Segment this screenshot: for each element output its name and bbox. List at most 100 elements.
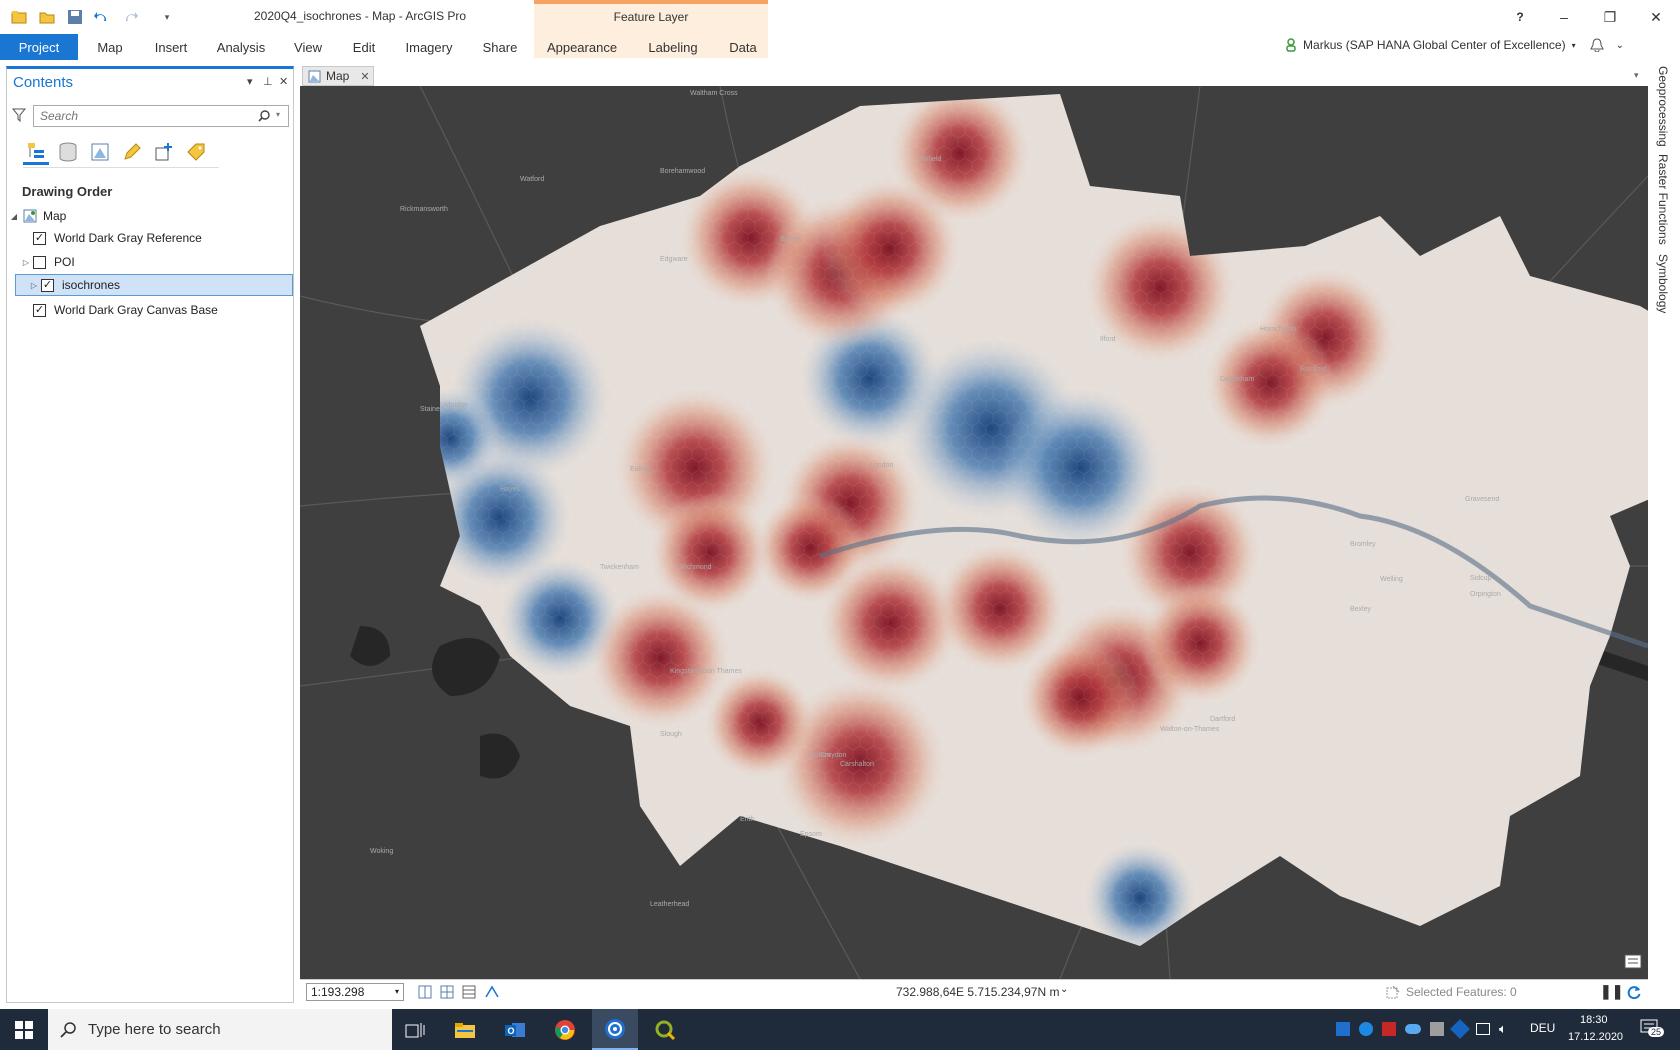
printer-icon[interactable]	[1430, 1022, 1444, 1036]
map-view[interactable]: Waltham Cross Enfield Borehamwood Watford Ri…	[300, 86, 1648, 979]
layer-visibility-checkbox[interactable]: ✓	[41, 278, 54, 292]
new-project-icon[interactable]	[10, 8, 28, 26]
close-tab-icon[interactable]: ✕	[360, 70, 369, 83]
collapse-icon[interactable]: ◢	[9, 212, 19, 221]
search-icon	[60, 1021, 76, 1038]
tab-edit[interactable]: Edit	[344, 34, 384, 60]
acrobat-icon[interactable]	[1382, 1022, 1396, 1036]
help-button[interactable]: ?	[1506, 6, 1534, 28]
task-view-icon[interactable]	[392, 1009, 438, 1050]
layer-visibility-checkbox[interactable]: ✓	[33, 303, 46, 317]
place-label: Barnet	[780, 236, 801, 243]
expand-icon[interactable]: ▷	[29, 281, 39, 290]
file-explorer-icon[interactable]	[442, 1009, 488, 1050]
expand-icon[interactable]: ▷	[21, 258, 31, 267]
list-by-drawing-order-icon[interactable]	[23, 139, 49, 165]
tab-insert[interactable]: Insert	[146, 34, 196, 60]
pin-icon[interactable]: ⊥	[263, 75, 273, 88]
save-icon[interactable]	[66, 8, 84, 26]
place-label: Dartford	[1210, 716, 1236, 723]
arcgis-pro-icon[interactable]	[592, 1009, 638, 1050]
layer-label: World Dark Gray Reference	[54, 231, 202, 245]
scale-dropdown-icon[interactable]: ▾	[395, 984, 399, 1000]
place-label: Edgware	[660, 256, 688, 263]
user-account[interactable]: Markus (SAP HANA Global Center of Excell…	[1285, 38, 1624, 52]
minimize-button[interactable]: –	[1550, 6, 1578, 28]
place-label: Hayes	[500, 486, 520, 493]
pane-options-icon[interactable]: ▾	[247, 75, 253, 88]
map-notes-icon[interactable]	[1624, 954, 1642, 970]
tab-imagery[interactable]: Imagery	[398, 34, 460, 60]
coordinate-readout: 732.988,64E 5.715.234,97N m	[896, 985, 1060, 999]
tab-view[interactable]: View	[288, 34, 328, 60]
qgis-icon[interactable]	[642, 1009, 688, 1050]
list-by-labeling-icon[interactable]	[183, 139, 209, 165]
place-label: Uxbridge	[440, 402, 469, 409]
snapping-icon[interactable]	[484, 985, 500, 999]
place-label: Kingston upon Thames	[670, 668, 742, 675]
tab-project[interactable]: Project	[0, 34, 78, 60]
tab-symbology[interactable]: Symbology	[1656, 254, 1670, 313]
outlook-icon[interactable]: O	[492, 1009, 538, 1050]
search-box[interactable]: ▾	[33, 105, 289, 127]
notification-bell-icon[interactable]	[1589, 38, 1604, 52]
tab-geoprocessing[interactable]: Geoprocessing	[1656, 66, 1670, 147]
notification-center[interactable]: 25	[1640, 1019, 1665, 1040]
list-by-data-source-icon[interactable]	[55, 139, 81, 165]
tab-data[interactable]: Data	[722, 34, 764, 60]
tab-raster-functions[interactable]: Raster Functions	[1656, 154, 1670, 245]
clock-time[interactable]: 18:30	[1580, 1014, 1608, 1026]
taskbar-search-box[interactable]: Type here to search	[48, 1009, 392, 1050]
place-label: Epsom	[800, 831, 822, 838]
search-icon[interactable]	[258, 110, 270, 122]
input-language[interactable]: DEU	[1530, 1021, 1555, 1035]
volume-icon[interactable]: 🔈︎	[1499, 1021, 1507, 1037]
layer-row-poi[interactable]: ▷ POI	[7, 251, 293, 273]
scale-selector[interactable]: 1:193.298 ▾	[306, 983, 404, 1001]
filter-icon[interactable]	[12, 108, 26, 122]
restore-button[interactable]: ❐	[1596, 6, 1624, 28]
pause-drawing-icon[interactable]: ❚❚	[1600, 983, 1623, 1000]
tab-map[interactable]: Map	[90, 34, 130, 60]
refresh-icon[interactable]	[1626, 984, 1642, 1000]
tab-share[interactable]: Share	[476, 34, 524, 60]
tray-app-icon[interactable]	[1336, 1022, 1350, 1036]
layer-visibility-checkbox[interactable]	[33, 255, 46, 269]
customize-quick-access-icon[interactable]: ▾	[158, 8, 176, 26]
search-dropdown-icon[interactable]: ▾	[276, 110, 280, 119]
list-by-editing-icon[interactable]	[119, 139, 145, 165]
clock-date[interactable]: 17.12.2020	[1568, 1031, 1623, 1043]
ribbon-collapse-icon[interactable]: ⌄	[1616, 40, 1624, 51]
map-view-tab[interactable]: Map ✕	[302, 66, 374, 86]
tab-analysis[interactable]: Analysis	[210, 34, 272, 60]
map-canvas[interactable]	[300, 86, 1648, 979]
map-tab-options-icon[interactable]: ▾	[1634, 70, 1639, 81]
globe-icon[interactable]	[1359, 1022, 1373, 1036]
chrome-icon[interactable]	[542, 1009, 588, 1050]
windows-start-icon[interactable]	[15, 1021, 33, 1039]
table-icon[interactable]	[462, 985, 476, 999]
search-input[interactable]	[40, 109, 240, 123]
layer-row-world-dark-gray-canvas-base[interactable]: ✓ World Dark Gray Canvas Base	[7, 299, 293, 321]
list-by-snapping-icon[interactable]	[151, 139, 177, 165]
layer-visibility-checkbox[interactable]: ✓	[33, 231, 46, 245]
vpn-icon[interactable]	[1450, 1019, 1470, 1039]
list-by-selection-icon[interactable]	[87, 139, 113, 165]
open-project-icon[interactable]	[38, 8, 56, 26]
pane-close-icon[interactable]: ✕	[279, 75, 288, 88]
user-dropdown-icon[interactable]: ▾	[1572, 41, 1576, 50]
fixed-zoom-icon[interactable]	[418, 985, 432, 999]
layer-row-isochrones[interactable]: ▷ ✓ isochrones	[15, 274, 293, 296]
side-pane-tabs: Geoprocessing Raster Functions Symbology	[1648, 60, 1680, 1003]
coordinate-format-dropdown-icon[interactable]: ⌄	[1060, 984, 1068, 995]
map-node[interactable]: ◢ Map	[7, 205, 293, 227]
redo-icon[interactable]	[122, 8, 140, 26]
tab-appearance[interactable]: Appearance	[540, 34, 624, 60]
undo-icon[interactable]	[92, 8, 110, 26]
close-button[interactable]: ✕	[1642, 6, 1670, 28]
tab-labeling[interactable]: Labeling	[640, 34, 706, 60]
network-icon[interactable]	[1476, 1023, 1490, 1035]
onedrive-icon[interactable]	[1405, 1024, 1421, 1034]
grid-icon[interactable]	[440, 985, 454, 999]
layer-row-world-dark-gray-reference[interactable]: ✓ World Dark Gray Reference	[7, 227, 293, 249]
